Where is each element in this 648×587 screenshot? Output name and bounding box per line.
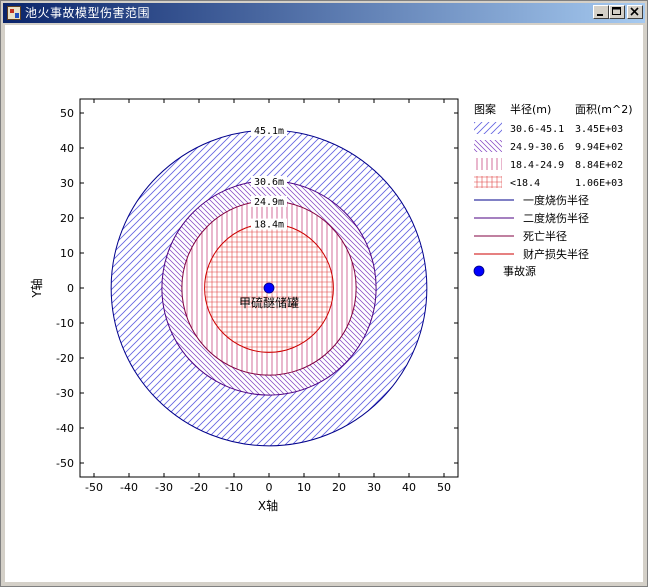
app-icon[interactable] [7,6,21,20]
legend: 图案 半径(m) 面积(m^2) 30.6-45.1 3.45E+03 24.9-3… [473,102,633,278]
y-tick-label: -20 [56,352,74,365]
legend-swatch-1 [474,140,502,152]
y-tick-label: 20 [60,212,74,225]
legend-range-2: 18.4-24.9 [510,160,564,171]
legend-swatch-0 [474,122,502,134]
y-tick-label: -30 [56,387,74,400]
app-window: 池火事故模型伤害范围 45.1m 30.6m 24.9m 18.4m 甲硫醚储罐… [0,0,648,587]
chart-client-area: 45.1m 30.6m 24.9m 18.4m 甲硫醚储罐 -50 -40 -30 -20 -1… [5,25,643,582]
radius-label-0: 45.1m [254,126,284,137]
y-tick-label: 40 [60,142,74,155]
x-tick-label: -30 [155,481,173,494]
legend-area-1: 9.94E+02 [575,142,623,153]
x-tick-label: 0 [266,481,273,494]
x-tick-label: -40 [120,481,138,494]
maximize-icon [612,7,621,15]
legend-line-label-2: 死亡半径 [523,229,567,243]
y-axis-label: Y轴 [29,278,44,298]
title-bar[interactable]: 池火事故模型伤害范围 [3,3,645,23]
legend-area-0: 3.45E+03 [575,124,623,135]
x-tick-label: 20 [332,481,346,494]
legend-line-label-0: 一度烧伤半径 [523,193,589,207]
y-tick-label: -40 [56,422,74,435]
window-title: 池火事故模型伤害范围 [25,6,151,20]
y-tick-label: 0 [67,282,74,295]
radius-label-3: 18.4m [254,220,284,231]
pool-fire-chart: 45.1m 30.6m 24.9m 18.4m 甲硫醚储罐 -50 -40 -30 -20 -1… [29,98,633,513]
legend-range-3: <18.4 [510,178,540,189]
legend-line-label-3: 财产损失半径 [523,247,589,261]
close-button[interactable] [627,5,643,19]
legend-line-label-1: 二度烧伤半径 [523,211,589,225]
close-icon [630,7,639,16]
x-tick-label: -20 [190,481,208,494]
x-tick-label: -10 [225,481,243,494]
source-point-label: 甲硫醚储罐 [239,295,299,310]
legend-range-0: 30.6-45.1 [510,124,564,135]
legend-swatch-3 [474,176,502,188]
x-tick-label: 10 [297,481,311,494]
radius-label-1: 30.6m [254,177,284,188]
x-tick-label: -50 [85,481,103,494]
legend-header-radius: 半径(m) [510,102,551,116]
y-tick-label: 10 [60,247,74,260]
x-tick-label: 30 [367,481,381,494]
minimize-icon [597,14,603,16]
legend-area-2: 8.84E+02 [575,160,623,171]
legend-header-pattern: 图案 [474,102,496,116]
legend-range-1: 24.9-30.6 [510,142,564,153]
x-tick-label: 40 [402,481,416,494]
legend-source-label: 事故源 [503,264,536,278]
radius-label-2: 24.9m [254,197,284,208]
maximize-button[interactable] [609,5,625,19]
legend-area-3: 1.06E+03 [575,178,623,189]
y-tick-label: -50 [56,457,74,470]
x-axis-label: X轴 [258,498,278,513]
source-point [263,282,275,294]
legend-source-marker [473,265,485,277]
legend-swatch-2 [474,158,502,170]
x-tick-label: 50 [437,481,451,494]
y-tick-label: 50 [60,107,74,120]
y-tick-label: -10 [56,317,74,330]
legend-header-area: 面积(m^2) [575,103,633,116]
y-tick-label: 30 [60,177,74,190]
minimize-button[interactable] [593,5,609,19]
